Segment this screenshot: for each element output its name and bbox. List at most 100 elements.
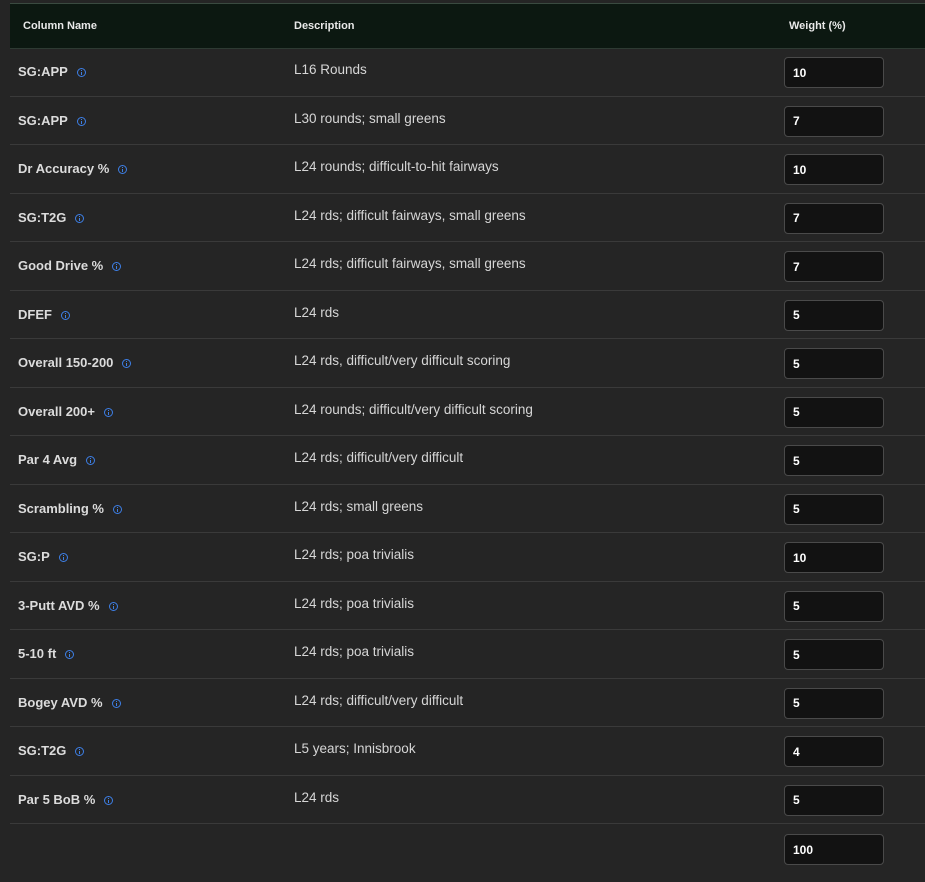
info-icon[interactable]: [75, 747, 85, 756]
description-cell: L30 rounds; small greens: [294, 110, 446, 126]
info-icon[interactable]: [111, 698, 121, 708]
description-cell: L24 rds: [294, 304, 340, 320]
column-name-label: Bogey AVD %: [18, 694, 103, 710]
column-name-label: Overall 150-200: [18, 355, 114, 370]
column-name-label: Par 5 BoB %: [18, 791, 96, 807]
table-row: SG:APP L30 rounds; small greens: [10, 97, 925, 145]
column-name-label: Good Drive %: [18, 258, 104, 273]
column-name-label: SG:T2G: [18, 743, 67, 758]
weight-input[interactable]: [784, 57, 884, 88]
table-row: Bogey AVD % L24 rds; difficult/very diffi…: [10, 679, 925, 727]
column-name-cell: SG:T2G: [18, 743, 85, 758]
table-row: Par 4 Avg L24 rds; difficult/very difficu…: [10, 436, 925, 485]
column-name-label: 3-Putt AVD %: [18, 597, 100, 613]
weight-input[interactable]: [784, 105, 884, 137]
table-row: Scrambling % L24 rds; small greens: [10, 485, 925, 533]
column-name-cell: SG:T2G: [18, 209, 85, 225]
info-icon[interactable]: [108, 601, 118, 611]
column-name-cell: Par 5 BoB %: [18, 791, 114, 807]
description-cell: L24 rds; difficult fairways, small green…: [294, 207, 526, 223]
weight-input[interactable]: [784, 202, 884, 234]
weight-input[interactable]: [784, 542, 884, 573]
weight-input[interactable]: [784, 590, 884, 622]
weight-input[interactable]: [784, 154, 884, 185]
info-icon[interactable]: [75, 213, 85, 223]
description-cell: L24 rds, difficult/very difficult scorin…: [294, 353, 511, 368]
column-name-cell: SG:APP: [18, 113, 86, 128]
column-name-cell: Overall 150-200: [18, 355, 132, 370]
info-icon[interactable]: [104, 795, 114, 805]
column-name-cell: DFEF: [18, 307, 70, 322]
weight-input[interactable]: [784, 784, 884, 816]
info-icon[interactable]: [58, 553, 68, 562]
column-name-label: SG:T2G: [18, 209, 67, 225]
table-row: SG:APP L16 Rounds: [10, 48, 925, 97]
info-icon[interactable]: [76, 68, 86, 77]
table-row: Par 5 BoB % L24 rds: [10, 776, 925, 824]
total-weight-field[interactable]: [784, 834, 884, 865]
info-icon[interactable]: [86, 456, 96, 465]
description-cell: L24 rds; small greens: [294, 498, 424, 514]
column-name-label: SG:APP: [18, 112, 68, 128]
header-weight: Weight (%): [789, 20, 846, 32]
header-description: Description: [294, 20, 355, 32]
description-cell: L24 rds; difficult/very difficult: [294, 692, 464, 708]
table-row: 5-10 ft L24 rds; poa trivialis: [10, 630, 925, 679]
total-row: [10, 824, 925, 872]
info-icon[interactable]: [112, 504, 122, 514]
info-icon[interactable]: [118, 165, 128, 174]
weight-input[interactable]: [784, 639, 884, 670]
column-name-label: Dr Accuracy %: [18, 161, 110, 176]
table-row: DFEF L24 rds: [10, 291, 925, 339]
column-name-label: DFEF: [18, 306, 52, 322]
info-icon[interactable]: [122, 359, 132, 368]
info-icon[interactable]: [60, 310, 70, 320]
description-cell: L24 rds; poa trivialis: [294, 595, 415, 611]
column-name-cell: Dr Accuracy %: [18, 161, 128, 176]
column-name-cell: Scrambling %: [18, 501, 122, 516]
column-name-label: 5-10 ft: [18, 646, 57, 661]
column-name-cell: SG:APP: [18, 64, 86, 79]
info-icon[interactable]: [103, 407, 113, 417]
weight-input[interactable]: [784, 493, 884, 525]
weight-input[interactable]: [784, 396, 884, 428]
weight-input[interactable]: [784, 251, 884, 282]
table-row: SG:T2G L5 years; Innisbrook: [10, 727, 925, 776]
column-name-label: SG:APP: [18, 64, 68, 79]
description-cell: L24 rounds; difficult/very difficult sco…: [294, 401, 533, 417]
column-name-label: SG:P: [18, 549, 50, 564]
description-cell: L24 rds; difficult fairways, small green…: [294, 256, 526, 271]
info-icon[interactable]: [112, 262, 122, 271]
column-name-cell: 5-10 ft: [18, 646, 75, 661]
table-body: SG:APP L16 Rounds SG:APP L30 rounds; small …: [10, 48, 925, 872]
table-header: Column Name Description Weight (%): [10, 4, 925, 49]
weight-input[interactable]: [784, 348, 884, 379]
description-cell: L24 rounds; difficult-to-hit fairways: [294, 159, 499, 174]
table-row: Overall 200+ L24 rounds; difficult/very d…: [10, 388, 925, 436]
column-name-cell: SG:P: [18, 549, 68, 564]
description-cell: L24 rds; poa trivialis: [294, 547, 415, 562]
info-icon[interactable]: [76, 116, 86, 126]
table-row: Overall 150-200 L24 rds, difficult/very d…: [10, 339, 925, 388]
description-cell: L24 rds; poa trivialis: [294, 644, 415, 659]
column-name-label: Overall 200+: [18, 403, 95, 419]
column-name-cell: Overall 200+: [18, 404, 113, 419]
table-row: Good Drive % L24 rds; difficult fairways,…: [10, 242, 925, 291]
column-name-cell: 3-Putt AVD %: [18, 598, 118, 613]
table-row: SG:T2G L24 rds; difficult fairways, small…: [10, 194, 925, 242]
weight-input[interactable]: [784, 736, 884, 767]
weight-input[interactable]: [784, 687, 884, 719]
weights-table-view: Column Name Description Weight (%) SG:AP…: [0, 0, 925, 882]
column-name-cell: Bogey AVD %: [18, 695, 121, 710]
column-name-cell: Good Drive %: [18, 258, 122, 273]
description-cell: L16 Rounds: [294, 62, 367, 77]
description-cell: L5 years; Innisbrook: [294, 741, 416, 756]
weight-input[interactable]: [784, 299, 884, 331]
column-name-label: Scrambling %: [18, 500, 104, 516]
weight-input[interactable]: [784, 445, 884, 476]
description-cell: L24 rds; difficult/very difficult: [294, 450, 464, 465]
table-row: 3-Putt AVD % L24 rds; poa trivialis: [10, 582, 925, 630]
table-row: Dr Accuracy % L24 rounds; difficult-to-hi…: [10, 145, 925, 194]
info-icon[interactable]: [65, 650, 75, 659]
column-name-cell: Par 4 Avg: [18, 452, 96, 467]
